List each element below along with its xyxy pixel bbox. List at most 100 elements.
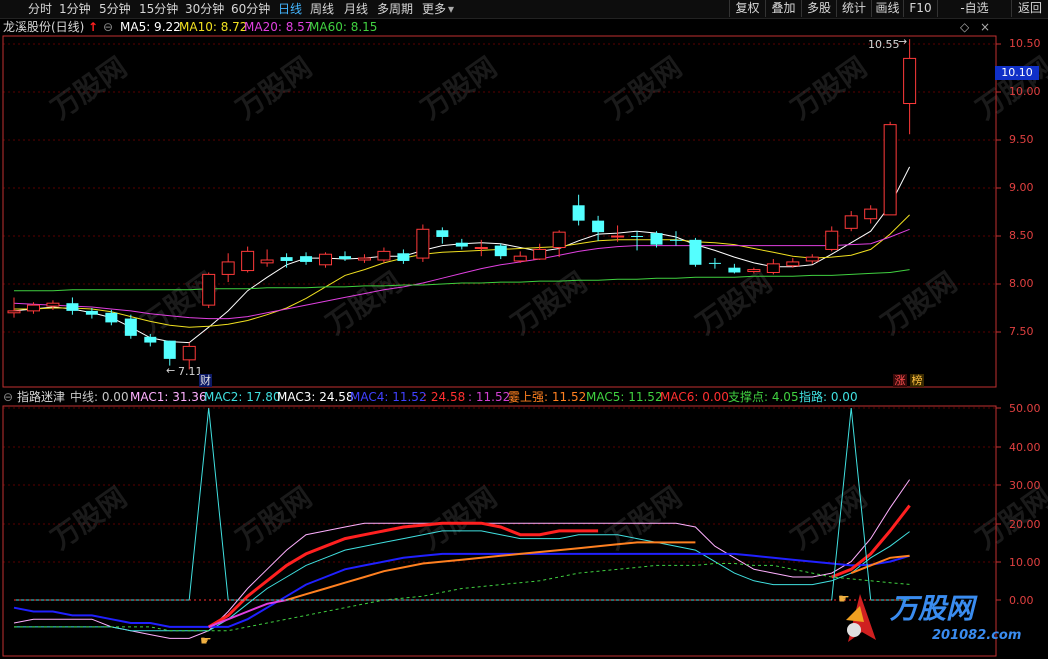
candle <box>786 258 800 268</box>
candle <box>280 253 293 268</box>
candle <box>708 258 721 269</box>
candle-body <box>494 245 507 257</box>
bang-badge[interactable]: 榜 <box>910 374 924 387</box>
indicator-item: : 24.58 <box>423 390 466 404</box>
indicator-item: MAC3: 24.58 <box>277 390 354 404</box>
candle-body <box>747 269 761 273</box>
candle-body <box>805 256 819 262</box>
low-arrow-icon: ← <box>166 364 176 377</box>
brand-logo: 万股网 201082.com <box>840 592 1036 652</box>
candle-body <box>474 247 488 250</box>
candle-body <box>357 257 371 261</box>
candle-body <box>592 220 605 233</box>
indicator-tick: 50.00 <box>1009 402 1041 415</box>
candle-body <box>844 215 858 229</box>
indicator-item: MAC1: 31.36 <box>130 390 207 404</box>
candle <box>572 194 585 226</box>
candle <box>260 249 274 267</box>
watermark-text: 万股网 <box>320 266 408 341</box>
price-tick: 9.50 <box>1009 133 1034 146</box>
candle-body <box>766 263 780 273</box>
candle-body <box>689 239 702 265</box>
zhang-badge[interactable]: 涨 <box>893 374 907 387</box>
candle <box>105 309 118 326</box>
ma10-label: MA10: 8.72 <box>179 20 248 34</box>
diamond-icon[interactable]: ◇ <box>960 18 969 36</box>
candle-body <box>202 273 216 306</box>
candle <box>455 238 468 250</box>
watermark-text: 万股网 <box>230 51 318 126</box>
indicator-item: MAC6: 0.00 <box>660 390 729 404</box>
indicator-item: 中线: 0.00 <box>70 390 129 404</box>
high-arrow-icon: → <box>898 35 908 48</box>
indicator-title[interactable]: 指路迷津 <box>17 388 65 406</box>
candle-body <box>280 257 293 261</box>
candle-body <box>883 124 897 216</box>
candle-body <box>455 242 468 247</box>
candle-body <box>397 253 410 261</box>
candle <box>864 205 878 224</box>
price-tick: 8.00 <box>1009 277 1034 290</box>
candle-body <box>416 228 430 259</box>
stock-info-row: 龙溪股份(日线) ↑ ⊖ MA5: 9.22 MA10: 8.72 MA20: … <box>0 18 996 36</box>
candle-body <box>552 231 566 249</box>
indicator-item: 支撑点: 4.05 <box>728 390 799 404</box>
chart-canvas: 万股网 万股网 万股网 万股网 万股网 万股网万股网 万股网 万股网 万股网 万股网万股网 万股网万… <box>2 35 1048 657</box>
stock-name[interactable]: 龙溪股份(日线) <box>3 18 84 36</box>
candle <box>689 237 702 267</box>
indicator-settings-icon[interactable]: ⊖ <box>3 388 13 406</box>
ma20-label: MA20: 8.57 <box>244 20 313 34</box>
candle-body <box>66 303 79 311</box>
candle <box>436 227 449 244</box>
candle-body <box>7 310 21 314</box>
candle-body <box>300 256 313 262</box>
candle-body <box>105 312 118 323</box>
candle <box>300 252 313 265</box>
candle-body <box>669 239 682 241</box>
candle-body <box>124 318 137 336</box>
hand-cursor-icon: ☛ <box>838 592 850 607</box>
chart-frame <box>2 35 1001 657</box>
watermark-text: 万股网 <box>45 51 133 126</box>
candle-body <box>319 253 333 266</box>
candle <box>66 297 79 315</box>
indicator-line-MAC5 <box>286 541 696 601</box>
candle-body <box>631 236 644 237</box>
ma60-label: MA60: 8.15 <box>309 20 378 34</box>
candle-body <box>182 345 196 361</box>
candle-body <box>144 336 157 343</box>
indicator-tick: 30.00 <box>1009 479 1041 492</box>
indicator-tick: 20.00 <box>1009 518 1041 531</box>
candle <box>728 263 741 274</box>
indicator-tick: 10.00 <box>1009 556 1041 569</box>
close-icon[interactable]: × <box>980 18 990 36</box>
indicator-tick: 40.00 <box>1009 441 1041 454</box>
candle <box>416 224 430 262</box>
candle <box>903 39 917 135</box>
candle <box>163 340 176 366</box>
candle-body <box>241 250 255 272</box>
candle-body <box>825 230 839 250</box>
candle-body <box>903 57 917 105</box>
candle-body <box>533 248 547 260</box>
high-price-label: 10.55 <box>868 38 900 51</box>
ma5-label: MA5: 9.22 <box>120 20 181 34</box>
candle <box>319 252 333 268</box>
watermark-text: 万股网 <box>785 51 873 126</box>
candle-body <box>163 340 176 359</box>
finance-badge[interactable]: 财 <box>199 374 212 387</box>
candle <box>397 249 410 264</box>
candle <box>474 239 488 257</box>
candle <box>7 297 21 318</box>
candle <box>592 215 605 241</box>
candle <box>221 253 235 283</box>
candle <box>825 226 839 252</box>
candle-body <box>650 233 663 245</box>
hand-cursor-icon: ☛ <box>200 634 212 649</box>
candle <box>844 211 858 232</box>
candle <box>338 251 351 261</box>
settings-toggle-icon[interactable]: ⊖ <box>103 18 113 36</box>
candle <box>124 314 137 339</box>
candle <box>533 243 547 260</box>
candle-body <box>436 230 449 237</box>
